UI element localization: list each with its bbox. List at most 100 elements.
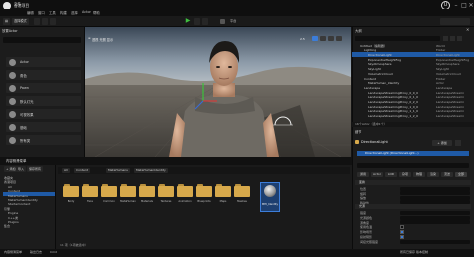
- folder-icon[interactable]: [63, 183, 79, 197]
- grid-snap-icon[interactable]: [336, 36, 342, 41]
- settings-button[interactable]: [440, 18, 470, 25]
- status-source-control[interactable]: 所有已保存 版本控制: [400, 250, 428, 254]
- blueprint-button[interactable]: [42, 18, 48, 25]
- folder-icon[interactable]: [215, 183, 231, 197]
- menu-window[interactable]: 窗口: [38, 10, 45, 15]
- selection-mode-dropdown[interactable]: 选择模式: [12, 18, 29, 25]
- tree-item[interactable]: Engine: [8, 211, 18, 215]
- details-tab-general[interactable]: 通用: [357, 172, 369, 177]
- folder-label: Common: [103, 200, 115, 203]
- details-tab-physics[interactable]: 物理: [413, 172, 425, 177]
- content-browser-tab[interactable]: 内容侧滑菜单: [6, 158, 26, 163]
- save-button[interactable]: ▤: [3, 18, 11, 25]
- folder-icon[interactable]: [177, 183, 193, 197]
- details-tab-actor[interactable]: Actor: [371, 172, 383, 177]
- place-item-basic[interactable]: [6, 122, 81, 132]
- status-output-log[interactable]: 输出日志: [30, 250, 42, 254]
- place-item-pawn[interactable]: [6, 83, 81, 93]
- folder-icon[interactable]: [158, 183, 174, 197]
- tree-item[interactable]: All: [8, 185, 12, 189]
- status-cmd[interactable]: Cmd: [50, 250, 57, 254]
- rotate-tool-icon[interactable]: [320, 36, 326, 41]
- details-section-light[interactable]: 光源: [355, 204, 471, 209]
- tree-item[interactable]: MetaHumans: [8, 194, 28, 198]
- content-import-button[interactable]: 导入: [16, 166, 27, 172]
- details-section-transform[interactable]: 变换: [355, 180, 471, 185]
- scale-tool-icon[interactable]: [328, 36, 334, 41]
- launch-icon[interactable]: [220, 19, 225, 24]
- viewport-menu-icon[interactable]: ≡: [88, 36, 91, 40]
- details-tab-all[interactable]: 全部: [455, 172, 467, 177]
- move-tool-icon[interactable]: [312, 36, 318, 41]
- place-item-visual-effects[interactable]: [6, 109, 81, 119]
- details-property-checkbox[interactable]: [400, 234, 404, 239]
- place-actors-tab[interactable]: 放置Actor: [2, 28, 18, 33]
- outliner-search-input[interactable]: [355, 36, 440, 41]
- place-item-actor[interactable]: [6, 57, 81, 67]
- menu-actor[interactable]: Actor: [82, 10, 91, 14]
- folder-icon[interactable]: [82, 183, 98, 197]
- breadcrumb-metahumans[interactable]: MetaHumans: [106, 168, 130, 173]
- details-property-field[interactable]: [400, 215, 470, 220]
- folder-icon[interactable]: [101, 183, 117, 197]
- details-tab-rendering[interactable]: 渲染: [427, 172, 439, 177]
- details-tab-lod[interactable]: LOD: [385, 172, 397, 177]
- content-save-all-button[interactable]: 保存所有: [27, 166, 44, 172]
- play-button[interactable]: ▶: [184, 17, 192, 25]
- menu-edit[interactable]: 编辑: [27, 10, 34, 15]
- place-item-character[interactable]: [6, 70, 81, 80]
- tree-item[interactable]: 集合: [4, 224, 10, 228]
- details-property-field[interactable]: [400, 195, 470, 200]
- folder-icon[interactable]: [234, 183, 250, 197]
- details-property-label: 位置: [360, 187, 367, 191]
- close-icon[interactable]: ✕: [466, 27, 469, 32]
- menu-file[interactable]: 文件: [14, 1, 21, 6]
- component-row[interactable]: DirectionalLight (DirectionalLight...): [357, 151, 469, 156]
- settings-icon[interactable]: [457, 36, 462, 41]
- place-item-lights[interactable]: [6, 96, 81, 106]
- details-object-name[interactable]: DirectionalLight: [361, 140, 388, 146]
- details-property-field[interactable]: [400, 239, 470, 244]
- add-component-button[interactable]: + 添加: [432, 140, 452, 146]
- tree-item[interactable]: Content: [8, 189, 20, 193]
- breadcrumb-all[interactable]: All: [62, 168, 70, 173]
- stop-button[interactable]: [202, 18, 208, 25]
- menu-tools[interactable]: 工具: [49, 10, 56, 15]
- play-options-button[interactable]: [194, 18, 200, 25]
- menu-build[interactable]: 构建: [60, 10, 67, 15]
- details-property-field[interactable]: [400, 220, 470, 225]
- add-actor-button[interactable]: [34, 18, 40, 25]
- platforms-button[interactable]: 平台: [230, 18, 236, 25]
- cinematics-button[interactable]: [50, 18, 56, 25]
- menu-help[interactable]: 帮助: [93, 10, 100, 15]
- breadcrumb-identity[interactable]: MetaHumanIdentity: [134, 168, 168, 173]
- breadcrumb-content[interactable]: Content: [74, 168, 90, 173]
- place-actors-search-input[interactable]: [3, 37, 81, 43]
- details-property-checkbox[interactable]: [400, 225, 404, 230]
- details-property-field[interactable]: [400, 210, 470, 215]
- tree-item[interactable]: 香港项目: [4, 180, 16, 184]
- filter-icon[interactable]: [443, 36, 448, 41]
- blueprint-icon[interactable]: [455, 140, 461, 146]
- details-property-field[interactable]: [400, 191, 470, 196]
- outliner-item-name: LandscapeStreamingProxy_1_2_0: [368, 114, 419, 119]
- add-folder-icon[interactable]: [450, 36, 455, 41]
- details-tab-streaming[interactable]: 流送: [441, 172, 453, 177]
- place-item-all-classes[interactable]: [6, 135, 81, 145]
- level-viewport[interactable]: [85, 27, 351, 157]
- tree-item[interactable]: MetaHumanIdentity: [8, 198, 38, 202]
- details-property-label: 光源颜色: [360, 215, 373, 220]
- details-property-checkbox[interactable]: [400, 230, 404, 234]
- tree-item[interactable]: StarterContent: [8, 202, 30, 206]
- details-property-field[interactable]: [400, 186, 470, 191]
- menu-select[interactable]: 选择: [71, 10, 78, 15]
- folder-icon[interactable]: [139, 183, 155, 197]
- details-search-input[interactable]: [357, 163, 469, 168]
- viewport-view-options[interactable]: 透视 光照 显示: [92, 37, 113, 42]
- status-content-drawer[interactable]: 内容侧滑菜单: [4, 250, 22, 254]
- tree-item[interactable]: 引擎: [4, 207, 10, 211]
- tree-item[interactable]: C++类: [8, 216, 18, 220]
- folder-icon[interactable]: [196, 183, 212, 197]
- details-tab-misc[interactable]: 杂项: [399, 172, 411, 177]
- folder-icon[interactable]: [120, 183, 136, 197]
